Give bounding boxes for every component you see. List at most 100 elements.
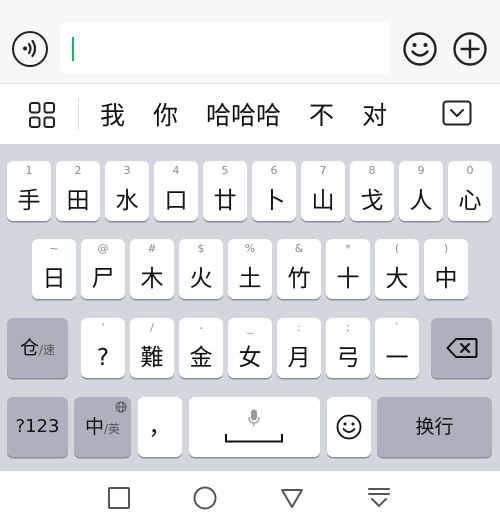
- key-symbol-hint: -: [199, 321, 203, 334]
- comma-key[interactable]: ，: [138, 397, 182, 457]
- key-number-hint: 4: [172, 164, 180, 177]
- enter-key-label: 换行: [415, 415, 454, 438]
- key-ge[interactable]: 8 戈: [350, 161, 394, 221]
- text-caret: [72, 37, 74, 61]
- key-shui[interactable]: 3 水: [105, 161, 149, 221]
- key-label: 月: [287, 345, 311, 371]
- key-label: ?: [96, 345, 110, 371]
- key-ri[interactable]: ~ 日: [32, 239, 76, 299]
- key-question[interactable]: ' ?: [81, 318, 125, 378]
- key-symbol-hint: :: [297, 321, 301, 334]
- key-label: 木: [140, 266, 164, 292]
- emoji-key[interactable]: [327, 397, 371, 457]
- key-number-hint: 5: [221, 164, 229, 177]
- space-key[interactable]: [189, 397, 320, 457]
- emoji-key-label: [327, 397, 371, 457]
- language-switch-key[interactable]: 中/英: [74, 397, 131, 457]
- hide-keyboard-icon: [368, 488, 390, 507]
- shift-key[interactable]: 仓/速: [7, 318, 68, 378]
- hide-keyboard-button[interactable]: [364, 483, 394, 513]
- key-label: 山: [311, 188, 335, 214]
- numbers-key-label: ?123: [15, 416, 60, 437]
- key-label: 金: [189, 345, 213, 371]
- recents-button[interactable]: [104, 483, 134, 513]
- key-symbol-hint: &: [294, 242, 304, 255]
- key-label: 一: [385, 345, 409, 371]
- enter-key[interactable]: 换行: [377, 397, 492, 457]
- key-nv[interactable]: _ 女: [228, 318, 272, 378]
- key-tu[interactable]: % 土: [228, 239, 272, 299]
- microphone-icon: [248, 409, 260, 427]
- key-symbol-hint: #: [147, 242, 157, 255]
- key-symbol-hint: _: [247, 321, 253, 334]
- key-symbol-hint: `: [394, 321, 400, 334]
- more-button[interactable]: [452, 31, 488, 67]
- key-kou[interactable]: 4 口: [154, 161, 198, 221]
- emoji-button[interactable]: [402, 31, 438, 67]
- key-shi-ten[interactable]: * 十: [326, 239, 370, 299]
- key-number-hint: 1: [25, 164, 33, 177]
- key-label: 卜: [262, 188, 286, 214]
- key-nan[interactable]: / 難: [130, 318, 174, 378]
- key-zhu[interactable]: & 竹: [277, 239, 321, 299]
- key-label: 戈: [360, 188, 384, 214]
- key-shan[interactable]: 7 山: [301, 161, 345, 221]
- candidate-item[interactable]: 我: [86, 96, 139, 132]
- key-number-hint: 2: [74, 164, 82, 177]
- key-label: 中: [434, 266, 458, 292]
- key-label: 人: [409, 188, 433, 214]
- back-button[interactable]: [277, 483, 307, 513]
- key-zhong[interactable]: ) 中: [424, 239, 468, 299]
- key-label: 弓: [336, 345, 360, 371]
- key-jin[interactable]: - 金: [179, 318, 223, 378]
- key-huo[interactable]: $ 火: [179, 239, 223, 299]
- key-gong[interactable]: ; 弓: [326, 318, 370, 378]
- key-label: 十: [336, 266, 360, 292]
- candidate-item[interactable]: 不: [295, 96, 348, 132]
- candidate-list: 我 你 哈哈哈 不 对: [86, 84, 422, 144]
- square-recents-icon: [108, 487, 130, 509]
- key-shi[interactable]: @ 尸: [81, 239, 125, 299]
- key-label: 田: [66, 188, 90, 214]
- key-number-hint: 0: [466, 164, 474, 177]
- smiley-icon: [403, 32, 437, 66]
- language-key-label: 中/英: [84, 415, 121, 438]
- key-label: 尸: [91, 266, 115, 292]
- key-symbol-hint: @: [97, 242, 109, 255]
- key-shou[interactable]: 1 手: [7, 161, 51, 221]
- voice-input-button[interactable]: [12, 31, 48, 67]
- key-yi[interactable]: ` 一: [375, 318, 419, 378]
- key-label: 廿: [213, 188, 237, 214]
- key-label: 女: [238, 345, 262, 371]
- message-input[interactable]: [60, 22, 390, 74]
- key-label: 水: [115, 188, 139, 214]
- key-symbol-hint: /: [150, 321, 154, 334]
- candidate-bar: 我 你 哈哈哈 不 对: [0, 84, 500, 144]
- key-tian[interactable]: 2 田: [56, 161, 100, 221]
- key-label: 口: [164, 188, 188, 214]
- backspace-icon: [446, 338, 477, 358]
- toolbar-menu-button[interactable]: [28, 101, 56, 129]
- key-nian[interactable]: 5 廿: [203, 161, 247, 221]
- numbers-key[interactable]: ?123: [7, 397, 68, 457]
- key-da[interactable]: ( 大: [375, 239, 419, 299]
- key-yue[interactable]: : 月: [277, 318, 321, 378]
- voice-waves-icon: [23, 39, 37, 58]
- key-xin[interactable]: 0 心: [448, 161, 492, 221]
- key-symbol-hint: ~: [49, 242, 59, 255]
- home-button[interactable]: [190, 483, 220, 513]
- collapse-keyboard-icon: [442, 100, 472, 126]
- expand-candidates-button[interactable]: [442, 100, 472, 126]
- keyboard: 1 手 2 田 3 水 4 口 5 廿 6 卜 7 山 8 戈 9 人 0 心 …: [0, 144, 500, 471]
- key-ren[interactable]: 9 人: [399, 161, 443, 221]
- backspace-key[interactable]: [431, 318, 492, 378]
- candidate-item[interactable]: 对: [348, 96, 401, 132]
- candidate-item[interactable]: 你: [139, 96, 192, 132]
- candidate-divider: [78, 98, 79, 130]
- key-bu[interactable]: 6 卜: [252, 161, 296, 221]
- key-number-hint: 7: [319, 164, 327, 177]
- candidate-item[interactable]: 哈哈哈: [192, 96, 295, 132]
- plus-circle-icon: [453, 32, 487, 66]
- key-label: 難: [140, 345, 164, 371]
- key-mu[interactable]: # 木: [130, 239, 174, 299]
